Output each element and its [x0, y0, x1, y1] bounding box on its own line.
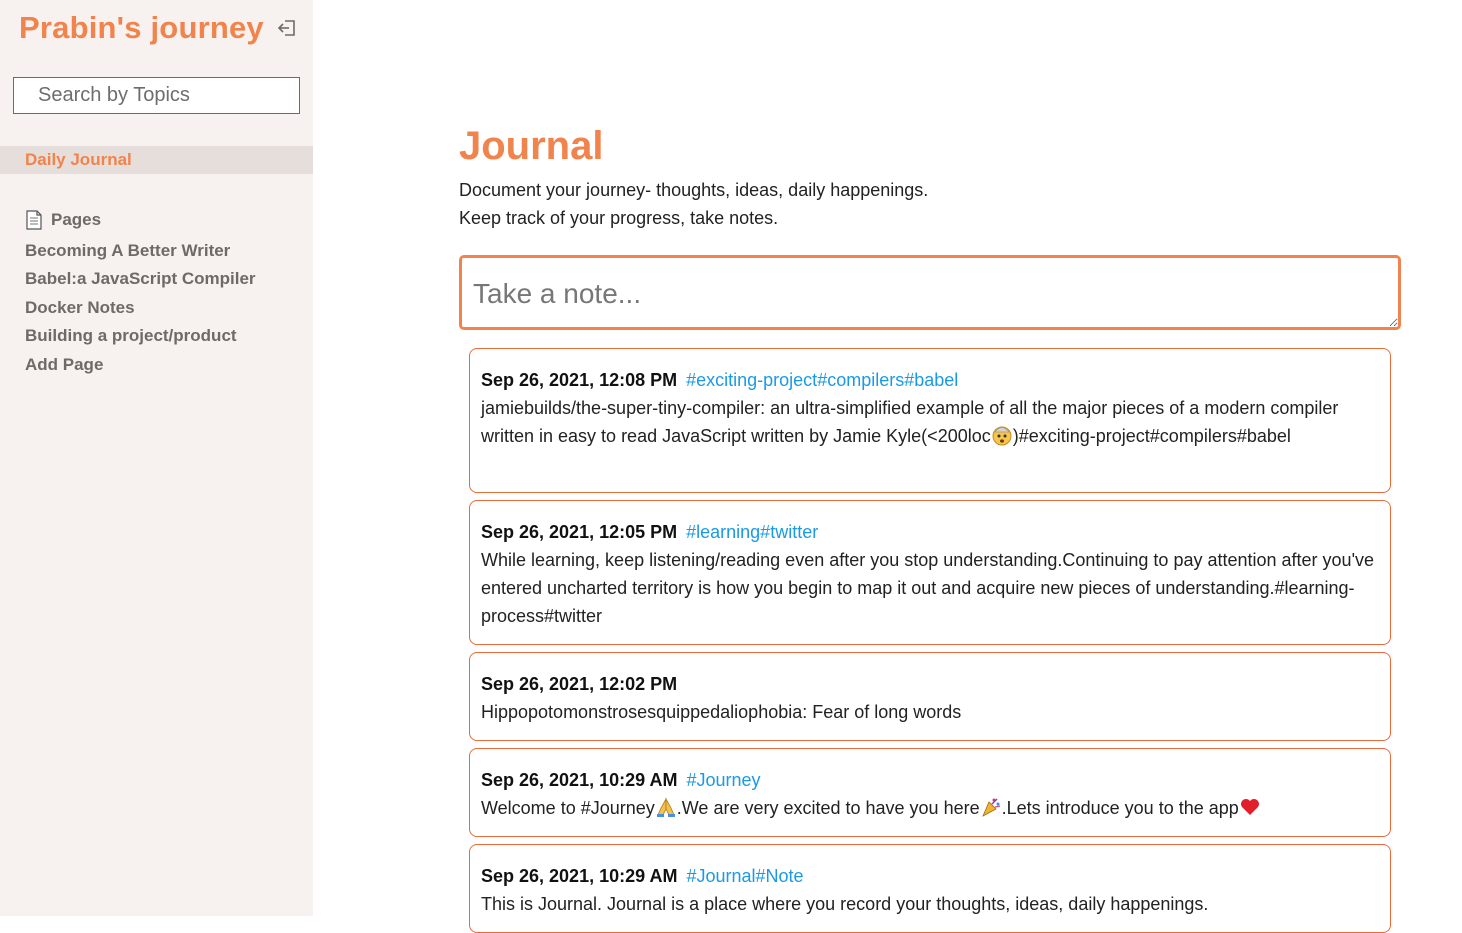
- note-text: Hippopotomonstrosesquippedaliophobia: Fe…: [481, 702, 962, 722]
- note-meta: Sep 26, 2021, 10:29 AM #Journal#Note: [481, 862, 1379, 890]
- sidebar-item-label: Daily Journal: [25, 150, 132, 169]
- brand: Prabin's journey: [19, 10, 298, 46]
- note-body: Welcome to #Journey .We are very excited …: [481, 794, 1379, 822]
- note-text: This is Journal. Journal is a place wher…: [481, 894, 1209, 914]
- note-timestamp: Sep 26, 2021, 12:05 PM: [481, 522, 678, 542]
- praying-hands-emoji-icon: [656, 797, 675, 817]
- note-meta: Sep 26, 2021, 12:08 PM #exciting-project#…: [481, 366, 1379, 394]
- page-title: Journal: [459, 124, 604, 168]
- description-line-2: Keep track of your progress, take notes.: [459, 208, 779, 228]
- note-meta: Sep 26, 2021, 10:29 AM #Journey: [481, 766, 1379, 794]
- note-text: While learning, keep listening/reading e…: [481, 550, 1375, 626]
- note-timestamp: Sep 26, 2021, 10:29 AM: [481, 866, 678, 886]
- note-timestamp: Sep 26, 2021, 12:08 PM: [481, 370, 678, 390]
- note-meta: Sep 26, 2021, 12:05 PM #learning#twitter: [481, 518, 1379, 546]
- note-timestamp: Sep 26, 2021, 10:29 AM: [481, 770, 678, 790]
- note-card: Sep 26, 2021, 12:08 PM #exciting-project#…: [469, 348, 1391, 493]
- pages-heading-label: Pages: [51, 210, 102, 229]
- logout-icon[interactable]: [276, 17, 298, 39]
- note-card: Sep 26, 2021, 12:02 PM Hippopotomonstros…: [469, 652, 1391, 741]
- note-card: Sep 26, 2021, 12:05 PM #learning#twitter …: [469, 500, 1391, 645]
- note-timestamp: Sep 26, 2021, 12:02 PM: [481, 674, 678, 694]
- sidebar-page-building-a-project[interactable]: Building a project/product: [25, 326, 237, 346]
- sidebar: Prabin's journey Daily Journal Pages Bec…: [0, 0, 313, 916]
- note-tags[interactable]: #learning#twitter: [686, 522, 818, 542]
- add-page-link[interactable]: Add Page: [25, 355, 103, 375]
- note-card: Sep 26, 2021, 10:29 AM #Journal#Note This…: [469, 844, 1391, 933]
- pages-heading: Pages: [25, 210, 101, 230]
- page-description: Document your journey- thoughts, ideas, …: [459, 176, 928, 232]
- sidebar-page-becoming-a-better-writer[interactable]: Becoming A Better Writer: [25, 241, 230, 261]
- page-icon: [26, 210, 42, 230]
- note-tags[interactable]: #Journey: [686, 770, 760, 790]
- note-text-continued: )#exciting-project#compilers#babel: [1012, 426, 1291, 446]
- note-meta: Sep 26, 2021, 12:02 PM: [481, 670, 1379, 698]
- note-tags[interactable]: #Journal#Note: [686, 866, 803, 886]
- search-input[interactable]: [13, 77, 300, 114]
- note-input[interactable]: [459, 255, 1401, 330]
- note-text-continued: .We are very excited to have you here: [676, 798, 980, 818]
- party-popper-emoji-icon: [981, 798, 1000, 817]
- description-line-1: Document your journey- thoughts, ideas, …: [459, 180, 929, 200]
- note-text-end: .Lets introduce you to the app: [1001, 798, 1239, 818]
- sidebar-page-docker-notes[interactable]: Docker Notes: [25, 298, 135, 318]
- app-title: Prabin's journey: [19, 10, 264, 45]
- sidebar-page-babel[interactable]: Babel:a JavaScript Compiler: [25, 269, 256, 289]
- note-tags[interactable]: #exciting-project#compilers#babel: [686, 370, 958, 390]
- note-body: jamiebuilds/the-super-tiny-compiler: an …: [481, 394, 1379, 450]
- heart-emoji-icon: [1240, 799, 1259, 815]
- sidebar-item-daily-journal[interactable]: Daily Journal: [0, 146, 313, 174]
- note-text: Welcome to #Journey: [481, 798, 655, 818]
- note-card: Sep 26, 2021, 10:29 AM #Journey Welcome t…: [469, 748, 1391, 837]
- exploding-head-emoji-icon: [992, 426, 1012, 446]
